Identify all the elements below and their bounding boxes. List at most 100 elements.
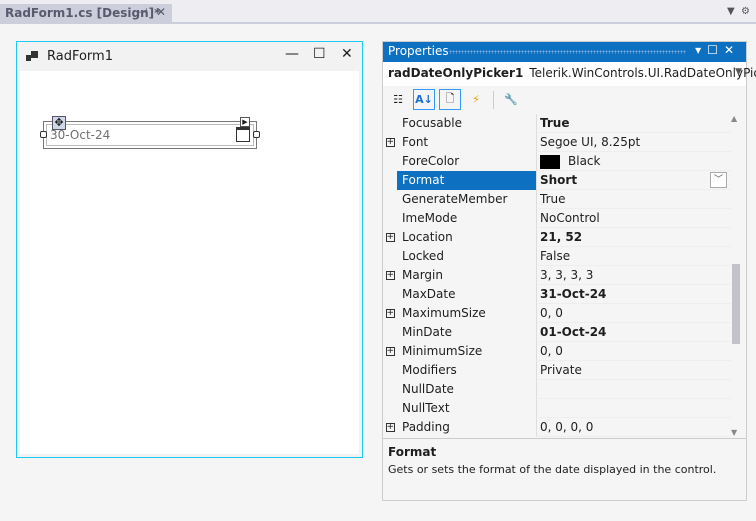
property-row-imemode[interactable]: ImeMode NoControl	[383, 209, 746, 228]
expand-icon[interactable]: +	[383, 133, 397, 152]
property-name: Location	[397, 228, 536, 247]
property-value-text: True	[540, 116, 570, 130]
property-row-nulldate[interactable]: NullDate	[383, 380, 746, 399]
form-icon	[26, 51, 38, 61]
object-type: Telerik.WinControls.UI.RadDateOnlyPicker	[529, 66, 756, 80]
property-name: Focusable	[397, 114, 536, 133]
property-value[interactable]: 0, 0	[536, 304, 731, 323]
property-value[interactable]: Private	[536, 361, 731, 380]
property-value-text: Black	[568, 154, 601, 168]
wrench-icon: 🔧	[504, 93, 518, 106]
resize-handle-left[interactable]	[40, 131, 47, 138]
property-value[interactable]: Black	[536, 152, 731, 171]
resize-handle-right[interactable]	[253, 131, 260, 138]
property-value[interactable]: NoControl	[536, 209, 731, 228]
property-value[interactable]: True	[536, 190, 731, 209]
tab-tools[interactable]: ▼ ⚙	[727, 6, 750, 17]
property-value-text: 31-Oct-24	[540, 287, 607, 301]
document-tab-bar: RadForm1.cs [Design]* ⊣ ✕ ▼ ⚙	[0, 0, 756, 24]
smart-tag-icon[interactable]: ▶	[240, 117, 250, 127]
property-row-font[interactable]: + Font Segoe UI, 8.25pt	[383, 133, 746, 152]
property-name: Font	[397, 133, 536, 152]
property-row-margin[interactable]: + Margin 3, 3, 3, 3	[383, 266, 746, 285]
row-margin	[383, 399, 397, 418]
property-pages-icon[interactable]: 🗋	[439, 89, 461, 110]
property-row-format[interactable]: Format Short ﹀	[383, 171, 746, 190]
maximize-button[interactable]: ☐	[313, 46, 326, 62]
description-panel: Format Gets or sets the format of the da…	[383, 438, 746, 500]
property-row-focusable[interactable]: Focusable True	[383, 114, 746, 133]
property-name: Padding	[397, 418, 536, 437]
properties-title: Properties	[388, 44, 449, 58]
dropdown-button[interactable]: ﹀	[710, 172, 727, 188]
property-row-minimumsize[interactable]: + MinimumSize 0, 0	[383, 342, 746, 361]
property-row-maximumsize[interactable]: + MaximumSize 0, 0	[383, 304, 746, 323]
property-value[interactable]	[536, 380, 731, 399]
radform-designer[interactable]: RadForm1 — ☐ ✕ 30-Oct-24 ✥ ▶	[16, 41, 363, 458]
close-button[interactable]: ✕	[341, 46, 353, 62]
scrollbar[interactable]: ▲ ▼	[730, 114, 742, 437]
property-value[interactable]: Segoe UI, 8.25pt	[536, 133, 731, 152]
property-name: MinDate	[397, 323, 536, 342]
property-value[interactable]: 0, 0	[536, 342, 731, 361]
row-margin	[383, 114, 397, 133]
property-value-text: 01-Oct-24	[540, 325, 607, 339]
alphabetical-icon[interactable]: A↓	[413, 89, 435, 110]
object-selector[interactable]: radDateOnlyPicker1 Telerik.WinControls.UI…	[383, 62, 756, 86]
expand-icon[interactable]: +	[383, 304, 397, 323]
expand-icon[interactable]: +	[383, 266, 397, 285]
property-value-text: NoControl	[540, 211, 600, 225]
property-row-generatemember[interactable]: GenerateMember True	[383, 190, 746, 209]
expand-icon[interactable]: +	[383, 418, 397, 437]
pin-icon[interactable]: ⊣	[138, 6, 148, 19]
property-name: MaxDate	[397, 285, 536, 304]
property-value[interactable]: 3, 3, 3, 3	[536, 266, 731, 285]
property-name: NullText	[397, 399, 536, 418]
events-icon[interactable]: ⚡	[465, 89, 487, 110]
property-row-modifiers[interactable]: Modifiers Private	[383, 361, 746, 380]
minimize-button[interactable]: —	[285, 46, 299, 62]
form-title: RadForm1	[47, 49, 113, 64]
property-value-text: 0, 0	[540, 306, 563, 320]
property-row-padding[interactable]: + Padding 0, 0, 0, 0	[383, 418, 746, 437]
property-value[interactable]: 01-Oct-24	[536, 323, 731, 342]
property-name: ImeMode	[397, 209, 536, 228]
categorized-icon[interactable]: ☷	[387, 89, 409, 110]
property-row-location[interactable]: + Location 21, 52	[383, 228, 746, 247]
property-name: Format	[397, 171, 536, 190]
property-value-text: 21, 52	[540, 230, 583, 244]
property-value[interactable]	[536, 399, 731, 418]
tab-radform1-design[interactable]: RadForm1.cs [Design]* ⊣ ✕	[0, 4, 172, 24]
row-margin	[383, 171, 397, 190]
color-swatch	[540, 154, 560, 169]
property-name: Modifiers	[397, 361, 536, 380]
property-value-text: 3, 3, 3, 3	[540, 268, 594, 282]
properties-window: Properties ▾☐✕ radDateOnlyPicker1 Telerik…	[382, 41, 756, 501]
window-controls[interactable]: ▾☐✕	[695, 43, 740, 57]
expand-icon[interactable]: +	[383, 342, 397, 361]
row-margin	[383, 209, 397, 228]
date-only-picker[interactable]: 30-Oct-24 ✥ ▶	[40, 116, 260, 149]
property-value[interactable]: 0, 0, 0, 0	[536, 418, 731, 437]
form-client-area: 30-Oct-24 ✥ ▶	[20, 71, 359, 454]
property-value-text: Private	[540, 363, 582, 377]
property-value[interactable]: 21, 52	[536, 228, 731, 247]
calendar-icon[interactable]	[236, 127, 250, 142]
description-title: Format	[388, 445, 437, 459]
property-value[interactable]: False	[536, 247, 731, 266]
expand-icon[interactable]: +	[383, 228, 397, 247]
property-value[interactable]: Short	[536, 171, 731, 190]
move-icon[interactable]: ✥	[52, 116, 66, 130]
close-tab-icon[interactable]: ✕	[156, 5, 166, 19]
property-row-locked[interactable]: Locked False	[383, 247, 746, 266]
property-row-maxdate[interactable]: MaxDate 31-Oct-24	[383, 285, 746, 304]
property-grid: Focusable True + Font Segoe UI, 8.25pt F…	[383, 114, 746, 437]
property-row-nulltext[interactable]: NullText	[383, 399, 746, 418]
property-row-mindate[interactable]: MinDate 01-Oct-24	[383, 323, 746, 342]
row-margin	[383, 247, 397, 266]
property-row-forecolor[interactable]: ForeColor Black	[383, 152, 746, 171]
property-value[interactable]: 31-Oct-24	[536, 285, 731, 304]
properties-title-bar[interactable]: Properties ▾☐✕	[383, 42, 746, 62]
property-value-text: 0, 0	[540, 344, 563, 358]
property-value[interactable]: True	[536, 114, 731, 133]
